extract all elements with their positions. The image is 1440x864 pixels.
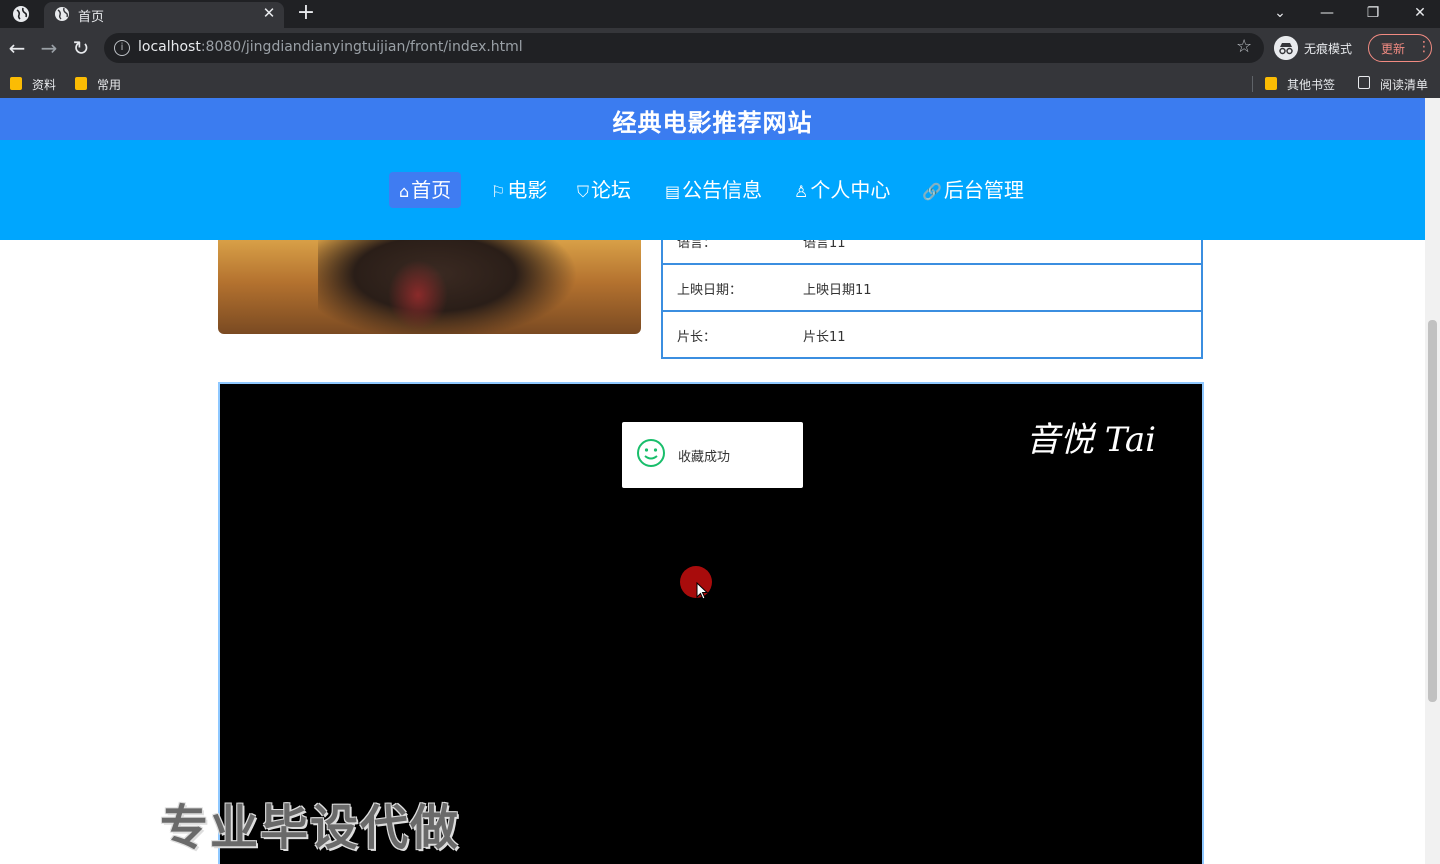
globe-icon bbox=[55, 7, 69, 21]
info-icon[interactable]: i bbox=[114, 40, 130, 56]
bookmark-star-icon[interactable]: ☆ bbox=[1236, 36, 1252, 57]
nav-movies[interactable]: ⚐ 电影 bbox=[491, 172, 547, 208]
browser-toolbar: ← → ↻ i localhost:8080/jingdiandianyingt… bbox=[0, 28, 1440, 70]
notice-icon: ▤ bbox=[665, 182, 681, 201]
info-row-release-date: 上映日期： 上映日期11 bbox=[661, 265, 1203, 312]
tag-icon: ⛉ bbox=[577, 182, 590, 201]
back-arrow-icon[interactable]: ← bbox=[5, 36, 29, 60]
browser-tabstrip: 首页 ✕ + ⌄ — ❐ ✕ bbox=[0, 0, 1440, 28]
incognito-label: 无痕模式 bbox=[1304, 42, 1353, 56]
minimize-button[interactable]: — bbox=[1315, 2, 1339, 24]
tab-title: 首页 bbox=[78, 10, 105, 25]
forward-arrow-icon[interactable]: → bbox=[37, 36, 61, 60]
page-scrollbar[interactable] bbox=[1425, 98, 1440, 864]
globe-icon[interactable] bbox=[12, 5, 30, 23]
cursor-icon bbox=[696, 582, 708, 600]
address-bar[interactable]: i localhost:8080/jingdiandianyingtuijian… bbox=[104, 33, 1264, 63]
nav-personal-center[interactable]: ♙ 个人中心 bbox=[794, 172, 890, 208]
nav-home[interactable]: ⌂ 首页 bbox=[389, 172, 462, 208]
kebab-menu-icon[interactable]: ⋮ bbox=[1417, 39, 1431, 55]
browser-tab-active[interactable]: 首页 ✕ bbox=[44, 2, 284, 28]
overlay-caption: 专业毕设代做 bbox=[160, 800, 461, 856]
new-tab-button[interactable]: + bbox=[294, 1, 318, 25]
nav-admin[interactable]: 🔗 后台管理 bbox=[922, 172, 1024, 208]
web-page: 语言： 语言11 上映日期： 上映日期11 片长： 片长11 音悦 Tai 收藏… bbox=[0, 98, 1440, 864]
smile-icon bbox=[637, 439, 665, 467]
folder-icon bbox=[75, 77, 87, 90]
main-nav: ⌂ 首页 ⚐ 电影 ⛉ 论坛 ▤ 公告信息 ♙ 个人中心 🔗 后台管理 bbox=[0, 140, 1425, 240]
restore-button[interactable]: ❐ bbox=[1361, 2, 1385, 24]
user-icon: ♙ bbox=[794, 182, 809, 201]
site-title-bar: 经典电影推荐网站 bbox=[0, 98, 1425, 140]
update-button[interactable]: 更新 ⋮ bbox=[1368, 34, 1432, 62]
site-title: 经典电影推荐网站 bbox=[612, 109, 813, 137]
bookmarks-divider bbox=[1252, 76, 1253, 92]
scrollbar-thumb[interactable] bbox=[1428, 320, 1437, 702]
nav-forum[interactable]: ⛉ 论坛 bbox=[577, 172, 631, 208]
info-row-duration: 片长： 片长11 bbox=[661, 312, 1203, 359]
url-text[interactable]: localhost:8080/jingdiandianyingtuijian/f… bbox=[138, 39, 523, 55]
bookmarks-bar: 资料 常用 其他书签 阅读清单 bbox=[0, 70, 1440, 98]
home-icon: ⌂ bbox=[399, 182, 410, 201]
movie-poster bbox=[218, 240, 641, 334]
window-close-button[interactable]: ✕ bbox=[1408, 2, 1432, 24]
folder-icon bbox=[1265, 77, 1277, 90]
incognito-icon bbox=[1274, 36, 1298, 60]
update-label: 更新 bbox=[1381, 42, 1406, 56]
toast-message: 收藏成功 bbox=[622, 422, 803, 488]
reading-list-icon bbox=[1358, 76, 1370, 89]
tab-search-icon[interactable]: ⌄ bbox=[1268, 2, 1292, 24]
folder-icon bbox=[10, 77, 22, 90]
video-watermark: 音悦 Tai bbox=[1026, 420, 1156, 460]
movie-info-table: 语言： 语言11 上映日期： 上映日期11 片长： 片长11 bbox=[661, 218, 1203, 362]
nav-announcements[interactable]: ▤ 公告信息 bbox=[665, 172, 762, 208]
flag-icon: ⚐ bbox=[491, 182, 506, 201]
toast-text: 收藏成功 bbox=[678, 450, 731, 465]
close-icon[interactable]: ✕ bbox=[260, 4, 278, 22]
link-icon: 🔗 bbox=[922, 182, 942, 201]
reload-icon[interactable]: ↻ bbox=[69, 36, 93, 60]
